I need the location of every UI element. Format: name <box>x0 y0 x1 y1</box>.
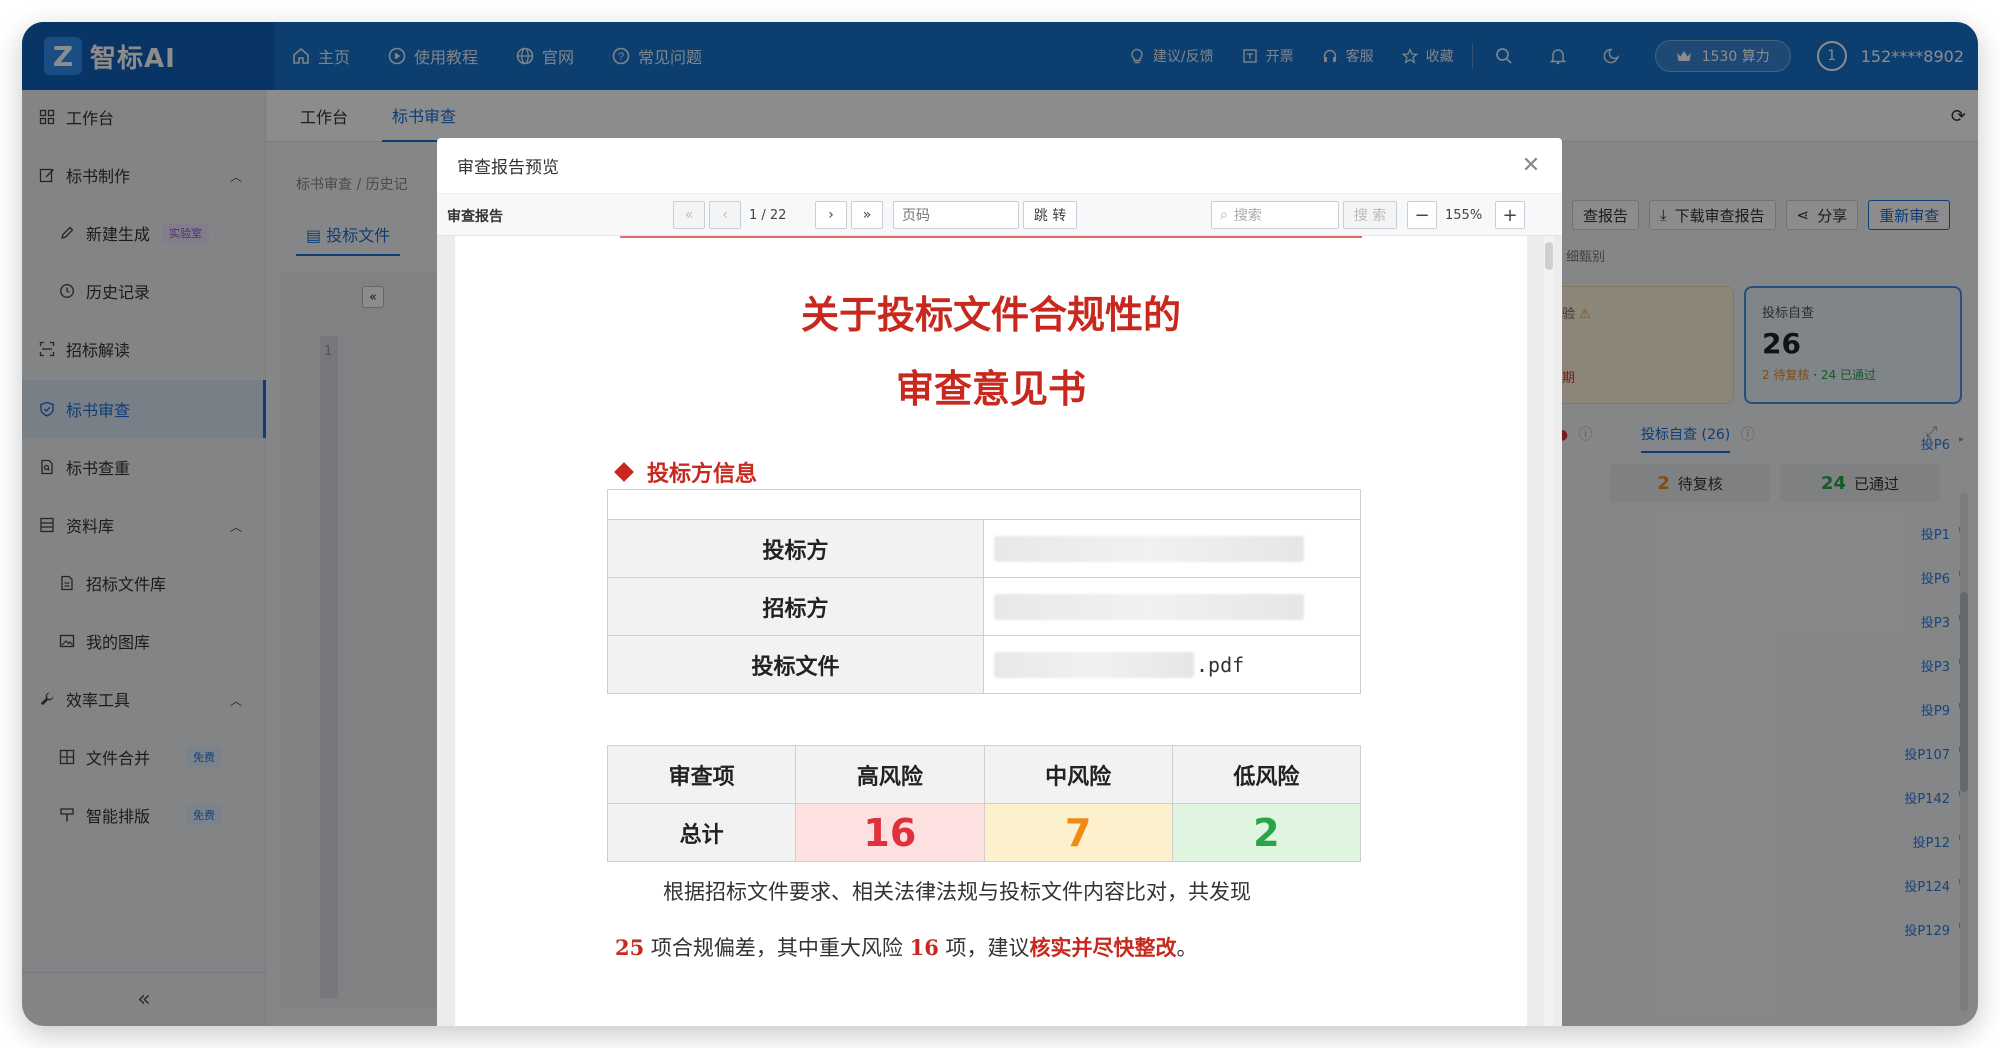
para-text: 项，建议 <box>945 936 1030 960</box>
bid-file-label: 投标文件 <box>607 635 984 694</box>
close-button[interactable]: ✕ <box>1518 152 1544 178</box>
deviation-count: 25 <box>615 935 645 960</box>
high-risk-cell: 16 <box>795 803 985 862</box>
redacted-value <box>994 535 1304 562</box>
para-period: 。 <box>1176 936 1198 960</box>
summary-paragraph-line1: 根据招标文件要求、相关法律法规与投标文件内容比对，共发现 <box>663 880 1251 904</box>
table-cell <box>607 489 1361 520</box>
section-heading-label: 投标方信息 <box>647 462 758 487</box>
pdf-scrollbar[interactable] <box>1544 236 1554 1026</box>
tenderer-value <box>983 577 1361 636</box>
pdf-scrollbar-thumb[interactable] <box>1545 242 1553 270</box>
pdf-toolbar: 审查报告 « ‹ 1 / 22 › » 跳 转 ⌕ 搜索 搜 索 − 155% + <box>437 194 1562 236</box>
bidder-info-table: 投标方 招标方 投标文件 .pdf <box>607 489 1361 694</box>
total-label: 总计 <box>606 803 797 862</box>
risk-header-mid: 中风险 <box>983 745 1173 804</box>
risk-summary-table: 审查项 高风险 中风险 低风险 总计 16 7 2 <box>606 745 1362 862</box>
report-preview-modal: 审查报告预览 ✕ 审查报告 « ‹ 1 / 22 › » 跳 转 ⌕ 搜索 搜 索… <box>437 138 1562 1026</box>
document-title-line1: 关于投标文件合规性的 <box>800 292 1181 337</box>
first-page-button[interactable]: « <box>673 201 705 229</box>
search-button[interactable]: 搜 索 <box>1343 201 1397 229</box>
zoom-in-button[interactable]: + <box>1495 201 1525 229</box>
document-title-line2: 审查意见书 <box>895 366 1086 411</box>
app-window: Z 智标AI 主页 使用教程 官网 ? 常见问题 建议/反馈 开票 客服 收藏 … <box>22 22 1978 1026</box>
low-risk-cell: 2 <box>1171 803 1362 862</box>
para-text: 项合规偏差，其中重大风险 <box>650 936 903 960</box>
file-extension: .pdf <box>1196 652 1245 677</box>
page-indicator: 1 / 22 <box>749 208 787 223</box>
search-field[interactable]: ⌕ 搜索 <box>1211 201 1339 229</box>
zoom-out-button[interactable]: − <box>1407 201 1437 229</box>
major-risk-count: 16 <box>909 935 939 960</box>
close-icon: ✕ <box>1521 152 1541 178</box>
risk-header-low: 低风险 <box>1171 745 1362 804</box>
pdf-label: 审查报告 <box>447 209 503 225</box>
section-heading: 投标方信息 <box>614 456 758 488</box>
risk-header-high: 高风险 <box>795 745 985 804</box>
redacted-value <box>994 593 1304 620</box>
redacted-value <box>994 651 1194 678</box>
bid-file-value: .pdf <box>983 635 1361 694</box>
bidder-label: 投标方 <box>607 519 984 578</box>
tenderer-label: 招标方 <box>607 577 984 636</box>
action-text: 核实并尽快整改 <box>1029 935 1177 960</box>
mid-risk-cell: 7 <box>983 803 1173 862</box>
risk-header-item: 审查项 <box>606 745 797 804</box>
search-placeholder: 搜索 <box>1233 208 1262 224</box>
diamond-bullet-icon <box>614 462 634 482</box>
prev-page-button[interactable]: ‹ <box>709 201 741 229</box>
last-page-button[interactable]: » <box>851 201 883 229</box>
modal-title: 审查报告预览 <box>457 158 559 178</box>
zoom-level: 155% <box>1445 208 1483 223</box>
low-risk-count: 2 <box>1253 810 1280 855</box>
search-icon: ⌕ <box>1220 207 1228 223</box>
jump-button[interactable]: 跳 转 <box>1023 201 1077 229</box>
pdf-viewport[interactable]: 关于投标文件合规性的 审查意见书 投标方信息 投标方 招标方 投标文件 .pdf… <box>437 236 1562 1026</box>
page-number-input[interactable] <box>893 201 1019 229</box>
next-page-button[interactable]: › <box>815 201 847 229</box>
high-risk-count: 16 <box>863 810 917 855</box>
mid-risk-count: 7 <box>1064 810 1092 855</box>
header-rule <box>620 236 1362 238</box>
summary-paragraph-line2: 25 项合规偏差，其中重大风险 16 项，建议核实并尽快整改。 <box>615 932 1198 962</box>
pdf-page: 关于投标文件合规性的 审查意见书 投标方信息 投标方 招标方 投标文件 .pdf… <box>455 236 1527 1026</box>
bidder-value <box>983 519 1361 578</box>
modal-header: 审查报告预览 ✕ <box>437 138 1562 194</box>
